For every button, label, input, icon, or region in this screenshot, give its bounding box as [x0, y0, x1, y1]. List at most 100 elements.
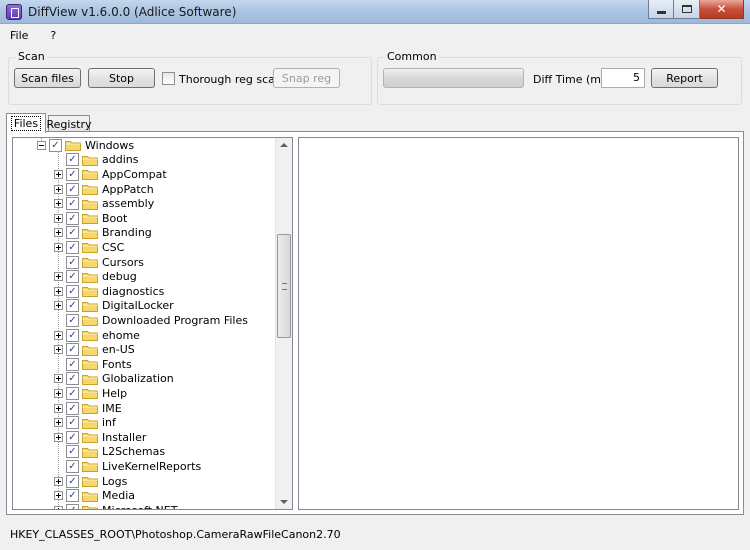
- scan-files-button[interactable]: Scan files: [14, 68, 81, 88]
- tree-checkbox[interactable]: ✓: [66, 226, 79, 240]
- tree-item-branding[interactable]: ✓ Branding: [54, 226, 152, 241]
- close-button[interactable]: ✕: [700, 0, 744, 19]
- diff-time-input[interactable]: 5: [601, 68, 645, 88]
- details-panel[interactable]: [298, 137, 739, 510]
- tree-checkbox[interactable]: ✓: [66, 503, 79, 509]
- tree-vertical-scrollbar[interactable]: [275, 138, 292, 509]
- tree-checkbox[interactable]: ✓: [66, 211, 79, 225]
- tree-checkbox[interactable]: ✓: [66, 182, 79, 196]
- tree-item-apppatch[interactable]: ✓ AppPatch: [54, 182, 154, 197]
- tree-checkbox[interactable]: ✓: [66, 197, 79, 211]
- tree-checkbox[interactable]: ✓: [66, 430, 79, 444]
- file-tree[interactable]: ✓ Windows ✓ addins ✓ AppCompat ✓ AppPatch ✓ assem…: [12, 137, 293, 510]
- expand-icon[interactable]: [54, 388, 63, 398]
- tree-checkbox[interactable]: ✓: [66, 401, 79, 415]
- tree-item-assembly[interactable]: ✓ assembly: [54, 196, 154, 211]
- expand-icon[interactable]: [54, 301, 63, 311]
- tree-checkbox[interactable]: ✓: [66, 328, 79, 342]
- tree-checkbox[interactable]: ✓: [66, 445, 79, 459]
- folder-icon: [82, 272, 98, 283]
- scan-progress-bar: [383, 68, 524, 88]
- tab-files[interactable]: Files: [6, 113, 46, 133]
- expand-icon[interactable]: [54, 169, 63, 179]
- expand-icon[interactable]: [54, 403, 63, 413]
- expand-icon[interactable]: [54, 330, 63, 340]
- tree-checkbox[interactable]: ✓: [66, 489, 79, 503]
- minimize-button[interactable]: [648, 0, 674, 19]
- expand-icon[interactable]: [54, 228, 63, 238]
- tree-item-installer[interactable]: ✓ Installer: [54, 430, 146, 445]
- tree-item-media[interactable]: ✓ Media: [54, 488, 135, 503]
- tree-item-windows[interactable]: ✓ Windows: [37, 138, 134, 153]
- tree-item-fonts[interactable]: ✓ Fonts: [54, 357, 132, 372]
- tree-checkbox[interactable]: ✓: [66, 372, 79, 386]
- expand-icon[interactable]: [54, 418, 63, 428]
- tree-item-debug[interactable]: ✓ debug: [54, 269, 137, 284]
- expand-icon[interactable]: [54, 476, 63, 486]
- folder-icon: [82, 374, 98, 385]
- expand-icon[interactable]: [54, 213, 63, 223]
- tree-checkbox[interactable]: ✓: [66, 459, 79, 473]
- tree-item-digitallocker[interactable]: ✓ DigitalLocker: [54, 299, 174, 314]
- tree-checkbox[interactable]: ✓: [66, 270, 79, 284]
- expand-icon[interactable]: [54, 199, 63, 209]
- tree-item-cursors[interactable]: ✓ Cursors: [54, 255, 144, 270]
- tree-item-logs[interactable]: ✓ Logs: [54, 474, 127, 489]
- thorough-reg-scan-checkbox[interactable]: [162, 72, 175, 85]
- collapse-icon[interactable]: [37, 140, 46, 150]
- expand-icon[interactable]: [54, 374, 63, 384]
- folder-icon: [82, 389, 98, 400]
- tree-item-label: CSC: [102, 240, 125, 254]
- tree-item-addins[interactable]: ✓ addins: [54, 153, 138, 168]
- tree-item-downloaded-program-files[interactable]: ✓ Downloaded Program Files: [54, 313, 248, 328]
- scroll-thumb[interactable]: [277, 234, 291, 338]
- expand-icon[interactable]: [54, 272, 63, 282]
- tree-item-label: diagnostics: [102, 284, 165, 298]
- expand-icon[interactable]: [54, 505, 63, 509]
- snap-reg-button[interactable]: Snap reg: [273, 68, 340, 88]
- tree-checkbox[interactable]: ✓: [66, 416, 79, 430]
- stop-button[interactable]: Stop: [88, 68, 155, 88]
- tree-checkbox[interactable]: ✓: [66, 474, 79, 488]
- expand-icon[interactable]: [54, 286, 63, 296]
- tree-checkbox[interactable]: ✓: [66, 284, 79, 298]
- tree-checkbox[interactable]: ✓: [66, 255, 79, 269]
- expand-icon[interactable]: [54, 184, 63, 194]
- expand-icon[interactable]: [54, 345, 63, 355]
- tree-item-label: addins: [102, 153, 139, 167]
- tree-item-csc[interactable]: ✓ CSC: [54, 240, 124, 255]
- tree-checkbox[interactable]: ✓: [66, 167, 79, 181]
- tree-checkbox[interactable]: ✓: [66, 313, 79, 327]
- maximize-button[interactable]: [674, 0, 700, 19]
- tree-item-microsoft-net[interactable]: ✓ Microsoft.NET: [54, 503, 177, 509]
- scroll-up-icon[interactable]: [280, 143, 288, 147]
- tree-item-inf[interactable]: ✓ inf: [54, 415, 116, 430]
- tree-item-label: ehome: [102, 328, 140, 342]
- tree-checkbox[interactable]: ✓: [66, 299, 79, 313]
- tree-checkbox[interactable]: ✓: [66, 240, 79, 254]
- tree-checkbox[interactable]: ✓: [49, 138, 62, 152]
- tree-checkbox[interactable]: ✓: [66, 153, 79, 167]
- tree-item-diagnostics[interactable]: ✓ diagnostics: [54, 284, 164, 299]
- tree-checkbox[interactable]: ✓: [66, 386, 79, 400]
- report-button[interactable]: Report: [651, 68, 718, 88]
- tree-item-ime[interactable]: ✓ IME: [54, 401, 122, 416]
- tree-checkbox[interactable]: ✓: [66, 357, 79, 371]
- folder-icon: [82, 491, 98, 502]
- scroll-down-icon[interactable]: [280, 500, 288, 504]
- tree-item-help[interactable]: ✓ Help: [54, 386, 127, 401]
- tree-item-globalization[interactable]: ✓ Globalization: [54, 372, 174, 387]
- menu-file[interactable]: File: [10, 29, 28, 42]
- tree-checkbox[interactable]: ✓: [66, 343, 79, 357]
- tree-item-livekernelreports[interactable]: ✓ LiveKernelReports: [54, 459, 201, 474]
- tree-item-appcompat[interactable]: ✓ AppCompat: [54, 167, 167, 182]
- expand-icon[interactable]: [54, 491, 63, 501]
- tree-item-l2schemas[interactable]: ✓ L2Schemas: [54, 445, 165, 460]
- expand-icon[interactable]: [54, 242, 63, 252]
- menu-help[interactable]: ?: [50, 29, 56, 42]
- title-bar[interactable]: DiffView v1.6.0.0 (Adlice Software) ✕: [0, 0, 750, 24]
- tree-item-ehome[interactable]: ✓ ehome: [54, 328, 140, 343]
- tree-item-boot[interactable]: ✓ Boot: [54, 211, 127, 226]
- expand-icon[interactable]: [54, 432, 63, 442]
- tree-item-en-us[interactable]: ✓ en-US: [54, 342, 135, 357]
